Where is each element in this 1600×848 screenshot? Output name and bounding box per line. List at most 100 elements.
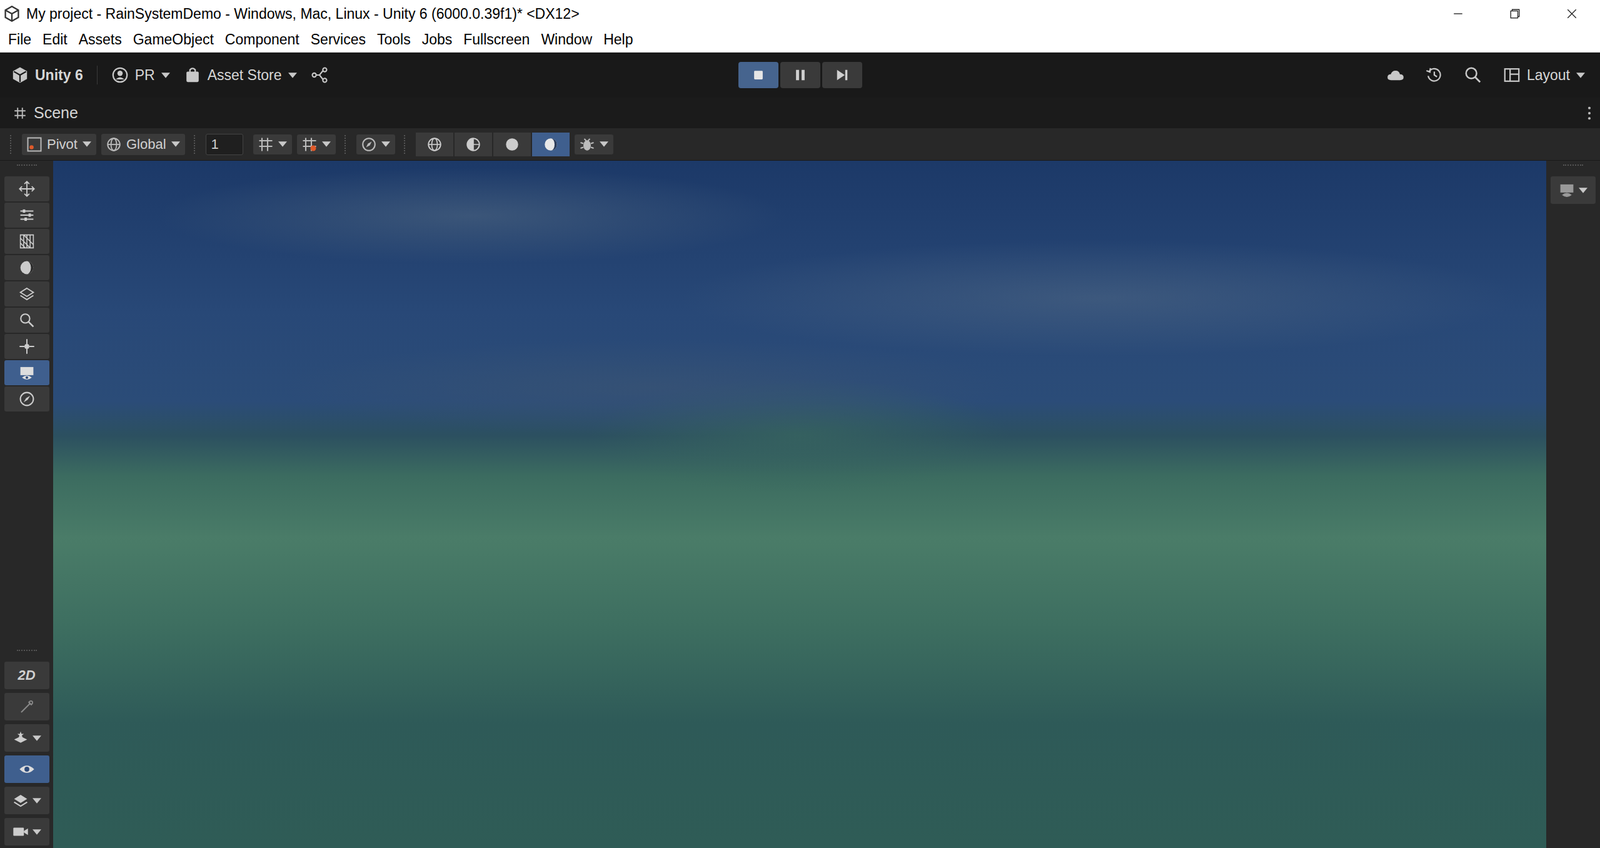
menu-item[interactable]: Tools	[371, 31, 417, 49]
cloud-button[interactable]	[1386, 66, 1405, 84]
visibility-overlay-button[interactable]	[4, 755, 50, 783]
main-toolbar: Unity 6 PR Asset Store Layout	[0, 52, 1600, 98]
bag-icon	[183, 66, 202, 84]
layers-icon	[12, 792, 29, 809]
caret-icon	[161, 72, 171, 79]
scene-tab-label: Scene	[33, 103, 79, 122]
caret-icon	[171, 141, 181, 147]
caret-icon	[82, 141, 92, 147]
transform-icon	[18, 338, 36, 355]
layout-label: Layout	[1526, 66, 1570, 84]
history-button[interactable]	[1425, 66, 1444, 84]
shading-modes	[415, 132, 570, 157]
gizmos-dropdown[interactable]	[574, 134, 614, 155]
zoom-tool[interactable]	[4, 307, 50, 333]
scene-tab[interactable]: Scene	[13, 103, 79, 122]
caret-icon	[1576, 72, 1585, 79]
layout-dropdown[interactable]: Layout	[1503, 66, 1585, 84]
camera-overlay-button[interactable]	[1550, 176, 1596, 204]
compass-tool[interactable]	[4, 386, 50, 412]
scene-toolbar: Pivot Global 1	[0, 128, 1600, 161]
scene-view[interactable]	[53, 160, 1547, 848]
close-button[interactable]	[1543, 0, 1600, 28]
unity-brand[interactable]: Unity 6	[11, 66, 84, 84]
camera-tool[interactable]	[4, 360, 50, 386]
camera-overlay-button[interactable]	[4, 817, 50, 846]
caret-icon	[1578, 187, 1588, 194]
menu-item[interactable]: Component	[219, 31, 306, 49]
pivot-icon	[26, 136, 42, 152]
restore-button[interactable]	[1486, 0, 1544, 28]
adjust-tool[interactable]	[4, 202, 50, 228]
layers-tool[interactable]	[4, 281, 50, 307]
light-overlay-button[interactable]	[4, 692, 50, 721]
effects-overlay-button[interactable]	[4, 724, 50, 752]
toggle2d-overlay-button[interactable]: 2D	[4, 661, 50, 690]
history-icon	[1425, 66, 1444, 84]
search-button[interactable]	[1464, 66, 1482, 84]
compass-icon	[18, 390, 36, 408]
sliders-icon	[18, 206, 36, 224]
caret-icon	[381, 141, 391, 147]
circle-tool[interactable]	[4, 255, 50, 281]
menu-item[interactable]: File	[2, 31, 37, 49]
step-button[interactable]	[822, 61, 863, 89]
eye-icon	[18, 760, 36, 778]
shading-mode-button[interactable]	[493, 132, 531, 157]
move-icon	[18, 180, 36, 197]
grid-snap-dropdown[interactable]	[253, 134, 292, 155]
grid-size-field[interactable]: 1	[205, 133, 244, 156]
effects-icon	[12, 729, 29, 746]
globe-icon	[106, 136, 122, 152]
grid-tool[interactable]	[4, 228, 50, 254]
menu-item[interactable]: Fullscreen	[457, 31, 536, 49]
scene-tab-bar: Scene	[0, 97, 1600, 129]
layers-overlay-button[interactable]	[4, 786, 50, 815]
light-icon	[18, 698, 36, 715]
menu-item[interactable]: Jobs	[416, 31, 459, 49]
menu-item[interactable]: Help	[597, 31, 639, 49]
more-options-icon[interactable]	[1587, 106, 1592, 121]
view-options-dropdown[interactable]	[356, 134, 396, 155]
title-bar: My project - RainSystemDemo - Windows, M…	[0, 0, 1600, 28]
shaded-wireframe-sphere-icon	[465, 136, 481, 152]
pivot-dropdown[interactable]: Pivot	[21, 133, 97, 156]
account-label: PR	[135, 66, 156, 84]
window-controls	[1429, 0, 1600, 28]
caret-icon	[599, 141, 609, 147]
scene-viewport: 2D	[0, 160, 1600, 848]
account-dropdown[interactable]: PR	[111, 66, 171, 84]
pivot-label: Pivot	[46, 136, 78, 153]
space-dropdown[interactable]: Global	[101, 133, 186, 156]
play-button[interactable]	[738, 61, 779, 89]
pause-icon	[793, 68, 808, 82]
menu-item[interactable]: GameObject	[127, 31, 220, 49]
search-icon	[1464, 66, 1482, 84]
unity-cube-icon	[11, 66, 29, 84]
menu-item[interactable]: Assets	[73, 31, 128, 49]
play-controls	[738, 61, 863, 89]
pause-button[interactable]	[780, 61, 821, 89]
shading-mode-button[interactable]	[415, 132, 454, 157]
minimize-button[interactable]	[1429, 0, 1487, 28]
asset-store-label: Asset Store	[207, 66, 282, 84]
space-label: Global	[126, 136, 167, 153]
increment-snap-dropdown[interactable]	[296, 134, 336, 155]
asset-store-dropdown[interactable]: Asset Store	[183, 66, 297, 84]
minimize-icon	[1452, 8, 1464, 20]
camera-icon	[12, 823, 29, 840]
move-tool[interactable]	[4, 176, 50, 202]
stop-icon	[751, 68, 766, 82]
shading-mode-button[interactable]	[532, 132, 570, 157]
menu-item[interactable]: Services	[305, 31, 372, 49]
version-control-button[interactable]	[310, 66, 329, 84]
caret-icon	[32, 829, 42, 835]
tools-overlay: 2D	[0, 160, 54, 848]
menu-item[interactable]: Window	[535, 31, 598, 49]
shading-mode-button[interactable]	[454, 132, 493, 157]
transform-tool[interactable]	[4, 333, 50, 359]
step-icon	[835, 68, 850, 82]
menu-item[interactable]: Edit	[36, 31, 74, 49]
cloud-icon	[1386, 66, 1405, 84]
menu-bar: FileEditAssetsGameObjectComponentService…	[0, 27, 1600, 53]
